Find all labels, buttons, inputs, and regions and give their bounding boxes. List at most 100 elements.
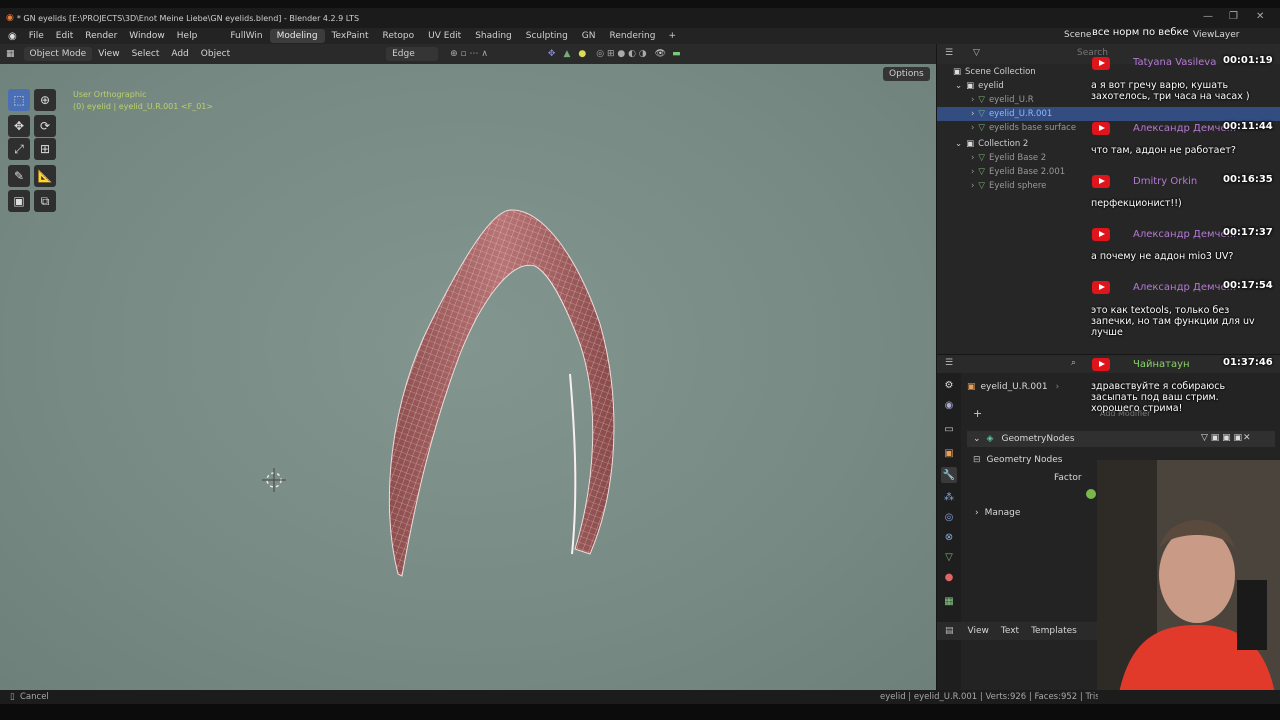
workspace-tab-rendering[interactable]: Rendering: [603, 29, 663, 43]
menu-help[interactable]: Help: [171, 31, 204, 41]
modifier-header[interactable]: ⌄ ◈ GeometryNodes ▽ ▣ ▣ ▣ ✕: [967, 431, 1275, 447]
node-group-name[interactable]: Geometry Nodes: [987, 455, 1063, 465]
viewport-menu-add[interactable]: Add: [165, 49, 194, 59]
workspace-tab-shading[interactable]: Shading: [468, 29, 519, 43]
editor-type-icon[interactable]: ▦: [0, 49, 21, 59]
manage-panel-toggle[interactable]: › Manage: [975, 508, 1020, 518]
workspace-tab-uv-edit[interactable]: UV Edit: [421, 29, 468, 43]
status-right-text: eyelid | eyelid_U.R.001 | Verts:926 | Fa…: [880, 692, 1098, 702]
tool-tab-icon[interactable]: ⚙: [941, 377, 957, 393]
chat-time-2: 00:11:44: [1223, 121, 1273, 132]
text-editor-header: ▤ View Text Templates: [937, 622, 1097, 640]
workspace-tab-sculpting[interactable]: Sculpting: [519, 29, 575, 43]
minimize-icon[interactable]: —: [1203, 11, 1213, 22]
workspace-tab-gn[interactable]: GN: [575, 29, 603, 43]
modifier-tab-icon[interactable]: 🔧: [941, 467, 957, 483]
text-menu-templates[interactable]: Templates: [1025, 626, 1083, 636]
chat-time-3: 00:16:35: [1223, 174, 1273, 185]
chat-name-5: Александр Демче...: [1133, 282, 1237, 293]
expand-icon[interactable]: ⌄: [955, 81, 962, 91]
text-menu-view[interactable]: View: [962, 626, 995, 636]
outliner-row-eyelid-ur-001[interactable]: › ▽ eyelid_U.R.001: [937, 107, 1280, 121]
output-tab-icon[interactable]: ▭: [941, 421, 957, 437]
maximize-icon[interactable]: ❐: [1229, 11, 1238, 22]
chat-name-1: Tatyana Vasileva: [1133, 57, 1217, 68]
add-cube-tool-icon[interactable]: ▣: [8, 190, 30, 212]
properties-search-icon[interactable]: ⌕: [1071, 358, 1076, 368]
window-title: * GN eyelids [E:\PROJECTS\3D\Enot Meine …: [16, 13, 360, 23]
rotate-tool-icon[interactable]: ⟳: [34, 115, 56, 137]
xray-toggle-icon[interactable]: ●: [578, 49, 586, 59]
workspace-tab-modeling[interactable]: Modeling: [269, 29, 325, 43]
modifier-name[interactable]: GeometryNodes: [1001, 434, 1074, 444]
workspace-tab-texpaint[interactable]: TexPaint: [325, 29, 376, 43]
texture-tab-icon[interactable]: ▦: [941, 593, 957, 609]
screen-bottom-strip: [0, 704, 1280, 720]
eyelid-mesh[interactable]: [370, 204, 640, 584]
transform-tool-icon[interactable]: ⊞: [34, 138, 56, 160]
particles-tab-icon[interactable]: ⁂: [941, 489, 957, 505]
mode-selector[interactable]: Object Mode: [23, 47, 93, 61]
outliner-type-icon[interactable]: ☰: [945, 48, 953, 58]
youtube-icon: [1092, 57, 1110, 70]
mesh-icon: ▽: [978, 153, 985, 163]
remove-modifier-icon[interactable]: ✕: [1243, 433, 1251, 443]
gizmo-toggle-icon[interactable]: ▲: [563, 49, 570, 59]
workspace-tab-fullwin[interactable]: FullWin: [223, 29, 269, 43]
outliner-filter-icon[interactable]: ▽: [973, 48, 980, 58]
object-tab-icon[interactable]: ▣: [941, 445, 957, 461]
select-box-tool-icon[interactable]: ⬚: [8, 89, 30, 111]
overlay-icons[interactable]: ✥: [548, 49, 556, 59]
cursor-tool-icon[interactable]: ⊕: [34, 89, 56, 111]
physics-tab-icon[interactable]: ◎: [941, 509, 957, 525]
menu-edit[interactable]: Edit: [50, 31, 79, 41]
transform-orientation-icon[interactable]: ⊕ ▫ ⋯ ∧: [450, 49, 488, 59]
scene-selector[interactable]: Scene: [1064, 30, 1091, 40]
annotate-tool-icon[interactable]: ✎: [8, 165, 30, 187]
youtube-icon: [1092, 358, 1110, 371]
extrude-tool-icon[interactable]: ⧉: [34, 190, 56, 212]
mesh-icon: ▽: [978, 167, 985, 177]
webcam-feed: [1097, 460, 1280, 704]
render-tab-icon[interactable]: ◉: [941, 397, 957, 413]
properties-type-icon[interactable]: ☰: [945, 358, 953, 368]
blender-menu-icon[interactable]: ◉: [0, 31, 23, 42]
workspace-tab-retopo[interactable]: Retopo: [376, 29, 422, 43]
expand-icon[interactable]: ›: [975, 508, 979, 518]
chat-message-2: что там, аддон не работает?: [1091, 145, 1236, 156]
measure-tool-icon[interactable]: 📐: [34, 165, 56, 187]
visibility-icon[interactable]: 👁: [655, 49, 666, 59]
snap-icons[interactable]: ▬: [672, 49, 681, 59]
factor-checkbox[interactable]: [1086, 489, 1096, 499]
add-workspace-icon[interactable]: +: [662, 31, 682, 41]
data-tab-icon[interactable]: ▽: [941, 549, 957, 565]
expand-icon[interactable]: ⌄: [955, 139, 962, 149]
chat-message-3: перфекционист!!): [1091, 198, 1182, 209]
text-editor-type-icon[interactable]: ▤: [937, 626, 962, 636]
options-button[interactable]: Options: [883, 67, 930, 81]
viewport-menu-select[interactable]: Select: [126, 49, 166, 59]
text-menu-text[interactable]: Text: [995, 626, 1025, 636]
geometry-nodes-icon: ◈: [986, 434, 994, 444]
modifier-toggles[interactable]: ▽ ▣ ▣ ▣: [1201, 433, 1242, 443]
menu-file[interactable]: File: [23, 31, 50, 41]
menu-window[interactable]: Window: [123, 31, 171, 41]
streamer-image: [1097, 460, 1280, 704]
3d-viewport[interactable]: User Orthographic (0) eyelid | eyelid_U.…: [0, 64, 936, 690]
collapse-icon[interactable]: ⌄: [973, 434, 981, 444]
close-icon[interactable]: ✕: [1256, 11, 1264, 22]
menu-render[interactable]: Render: [79, 31, 123, 41]
viewport-menu-view[interactable]: View: [92, 49, 125, 59]
viewport-menu-object[interactable]: Object: [195, 49, 236, 59]
shading-icons[interactable]: ◎ ⊞ ● ◐ ◑: [596, 49, 646, 59]
chat-message-6: здравствуйте я собираюсь засыпать под ва…: [1091, 381, 1226, 414]
scale-tool-icon[interactable]: ⤢: [8, 138, 30, 160]
mouse-icon: ▯: [10, 692, 15, 702]
edge-select-dropdown[interactable]: Edge: [386, 47, 439, 61]
add-modifier-button[interactable]: +: [973, 407, 982, 420]
move-tool-icon[interactable]: ✥: [8, 115, 30, 137]
viewlayer-selector[interactable]: ViewLayer: [1193, 30, 1239, 40]
constraints-tab-icon[interactable]: ⊗: [941, 529, 957, 545]
chat-header: все норм по вебке: [1092, 27, 1189, 38]
material-tab-icon[interactable]: ●: [941, 569, 957, 585]
